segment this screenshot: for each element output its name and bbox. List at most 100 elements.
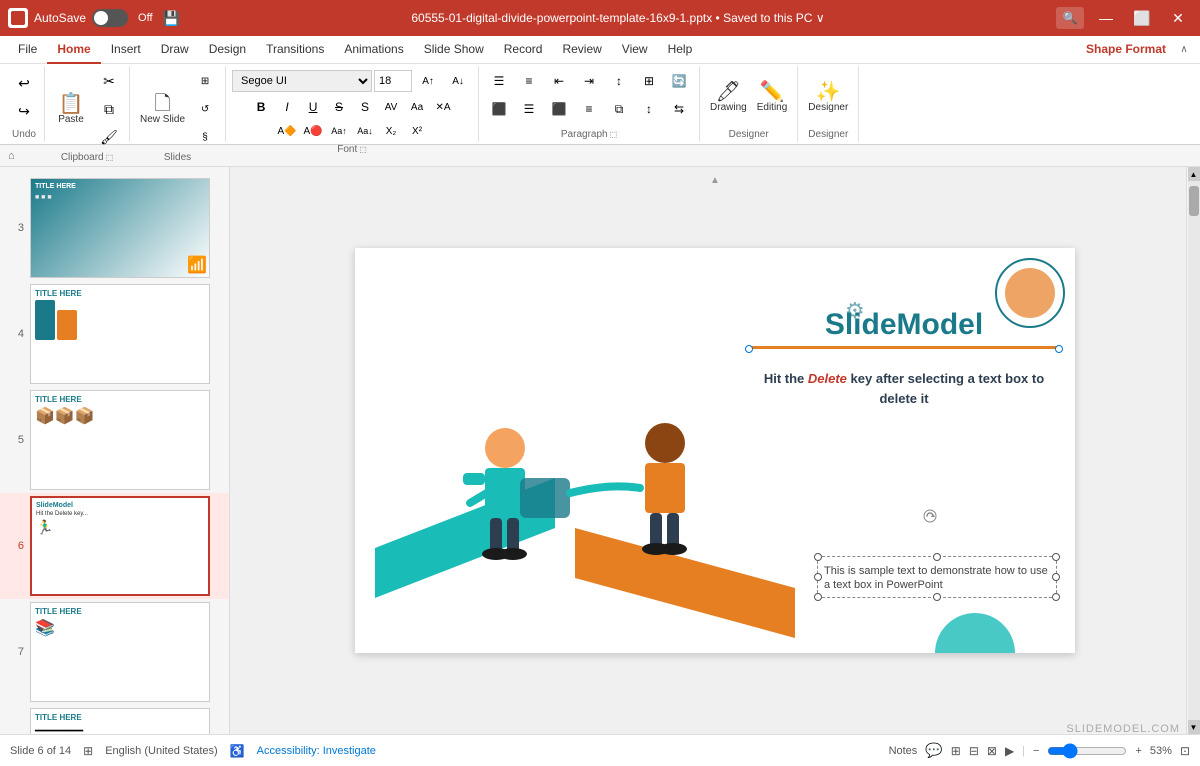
textbox-handle-tm[interactable]: [933, 553, 941, 561]
tab-animations[interactable]: Animations: [334, 36, 413, 64]
convert-smartart-button[interactable]: 🔄: [665, 68, 693, 94]
ribbon-collapse-button[interactable]: ∧: [1176, 42, 1192, 58]
slide-thumb-3[interactable]: TITLE HERE ■ ■ ■ 📶: [30, 178, 210, 278]
rtl-button[interactable]: ⇆: [665, 96, 693, 122]
numbering-button[interactable]: ≡: [515, 68, 543, 94]
accessibility-text[interactable]: Accessibility: Investigate: [257, 745, 376, 757]
rotate-handle[interactable]: [923, 509, 937, 523]
tab-review[interactable]: Review: [552, 36, 611, 64]
vertical-scrollbar[interactable]: ▲ ▼: [1186, 167, 1200, 734]
font-size-up-button[interactable]: Aa↑: [327, 120, 351, 142]
slide-thumb-8[interactable]: TITLE HERE ━━━━━━━━: [30, 708, 210, 734]
bold-button[interactable]: B: [249, 96, 273, 118]
redo-button[interactable]: ↪: [10, 99, 38, 125]
slide-canvas[interactable]: ⚙: [355, 248, 1075, 653]
slide-thumb-7[interactable]: TITLE HERE 📚: [30, 602, 210, 702]
align-center-button[interactable]: ☰: [515, 96, 543, 122]
view-reading-button[interactable]: ⊠: [987, 744, 997, 758]
view-slideshow-button[interactable]: ▶: [1005, 744, 1014, 758]
tab-view[interactable]: View: [612, 36, 658, 64]
align-text-button[interactable]: ⊞: [635, 68, 663, 94]
tab-shape-format[interactable]: Shape Format: [1076, 36, 1176, 64]
zoom-in-button[interactable]: +: [1135, 745, 1141, 757]
font-size-input[interactable]: [374, 70, 412, 92]
thumbnail-slide-4[interactable]: 4 TITLE HERE: [0, 281, 229, 387]
thumbnail-slide-3[interactable]: 3 TITLE HERE ■ ■ ■ 📶: [0, 175, 229, 281]
line-spacing-button[interactable]: ↕: [635, 96, 663, 122]
handle-tl[interactable]: [745, 345, 753, 353]
slide-thumb-4[interactable]: TITLE HERE: [30, 284, 210, 384]
textbox-handle-tr[interactable]: [1052, 553, 1060, 561]
underline-button[interactable]: U: [301, 96, 325, 118]
autosave-toggle[interactable]: [92, 9, 128, 27]
superscript-button[interactable]: X²: [405, 120, 429, 142]
textbox-handle-bm[interactable]: [933, 593, 941, 601]
tab-draw[interactable]: Draw: [151, 36, 199, 64]
textbox-handle-bl[interactable]: [814, 593, 822, 601]
font-expand-icon[interactable]: ⬚: [359, 145, 367, 154]
restore-button[interactable]: ⬜: [1128, 4, 1156, 32]
align-right-button[interactable]: ⬛: [545, 96, 573, 122]
close-button[interactable]: ✕: [1164, 4, 1192, 32]
slide-info-icon[interactable]: ⊞: [83, 744, 93, 758]
bullets-button[interactable]: ☰: [485, 68, 513, 94]
textbox-handle-tl[interactable]: [814, 553, 822, 561]
undo-button[interactable]: ↩: [10, 71, 38, 97]
thumbnail-slide-7[interactable]: 7 TITLE HERE 📚: [0, 599, 229, 705]
font-increase-button[interactable]: A↑: [414, 68, 442, 94]
new-slide-button[interactable]: 🗋 New Slide: [136, 81, 189, 137]
tab-slideshow[interactable]: Slide Show: [414, 36, 494, 64]
textbox-handle-br[interactable]: [1052, 593, 1060, 601]
clear-format-button[interactable]: ✕A: [431, 96, 455, 118]
change-case-button[interactable]: Aa: [405, 96, 429, 118]
handle-tr[interactable]: [1055, 345, 1063, 353]
thumbnail-slide-5[interactable]: 5 TITLE HERE 📦📦📦: [0, 387, 229, 493]
tab-record[interactable]: Record: [494, 36, 553, 64]
fit-slide-button[interactable]: ⊡: [1180, 744, 1190, 758]
italic-button[interactable]: I: [275, 96, 299, 118]
textbox-handle-ml[interactable]: [814, 573, 822, 581]
font-color-button[interactable]: A🔴: [301, 120, 325, 142]
tab-design[interactable]: Design: [199, 36, 256, 64]
scroll-track[interactable]: [1188, 181, 1200, 720]
view-slide-sorter-button[interactable]: ⊟: [969, 744, 979, 758]
subscript-button[interactable]: X₂: [379, 120, 403, 142]
font-size-down-button[interactable]: Aa↓: [353, 120, 377, 142]
zoom-out-button[interactable]: −: [1033, 745, 1039, 757]
columns-button[interactable]: ⧉: [605, 96, 633, 122]
text-direction-button[interactable]: ↕: [605, 68, 633, 94]
zoom-slider[interactable]: [1047, 743, 1127, 759]
thumbnail-slide-6[interactable]: 6 SlideModel Hit the Delete key... 🏃‍♂️: [0, 493, 229, 599]
editing-button[interactable]: ✏️ Editing: [753, 70, 792, 126]
notes-button[interactable]: Notes: [889, 745, 918, 757]
comment-button[interactable]: 💬: [925, 742, 942, 759]
tab-transitions[interactable]: Transitions: [256, 36, 334, 64]
highlight-color-button[interactable]: A🔶: [275, 120, 299, 142]
font-name-select[interactable]: Segoe UI: [232, 70, 372, 92]
strikethrough-button[interactable]: S: [327, 96, 351, 118]
search-box[interactable]: 🔍: [1056, 7, 1084, 29]
tab-home[interactable]: Home: [47, 36, 100, 64]
slide-thumb-5[interactable]: TITLE HERE 📦📦📦: [30, 390, 210, 490]
font-decrease-button[interactable]: A↓: [444, 68, 472, 94]
view-normal-button[interactable]: ⊞: [951, 744, 961, 758]
tab-file[interactable]: File: [8, 36, 47, 64]
textbox-handle-mr[interactable]: [1052, 573, 1060, 581]
increase-indent-button[interactable]: ⇥: [575, 68, 603, 94]
paste-button[interactable]: 📋 Paste: [51, 81, 91, 137]
format-painter-button[interactable]: 🖌: [95, 124, 123, 150]
layout-button[interactable]: ⊞: [191, 68, 219, 94]
align-left-button[interactable]: ⬛: [485, 96, 513, 122]
thumbnail-slide-8[interactable]: 8 TITLE HERE ━━━━━━━━: [0, 705, 229, 734]
designer-button[interactable]: ✨ Designer: [804, 70, 852, 126]
minimize-button[interactable]: —: [1092, 4, 1120, 32]
slide-thumb-6[interactable]: SlideModel Hit the Delete key... 🏃‍♂️: [30, 496, 210, 596]
tab-help[interactable]: Help: [658, 36, 703, 64]
reset-button[interactable]: ↺: [191, 96, 219, 122]
clipboard-expand-icon[interactable]: ⬚: [106, 153, 114, 162]
shadow-button[interactable]: S: [353, 96, 377, 118]
paragraph-expand-icon[interactable]: ⬚: [610, 130, 618, 139]
decrease-indent-button[interactable]: ⇤: [545, 68, 573, 94]
char-spacing-button[interactable]: AV: [379, 96, 403, 118]
cut-button[interactable]: ✂: [95, 68, 123, 94]
